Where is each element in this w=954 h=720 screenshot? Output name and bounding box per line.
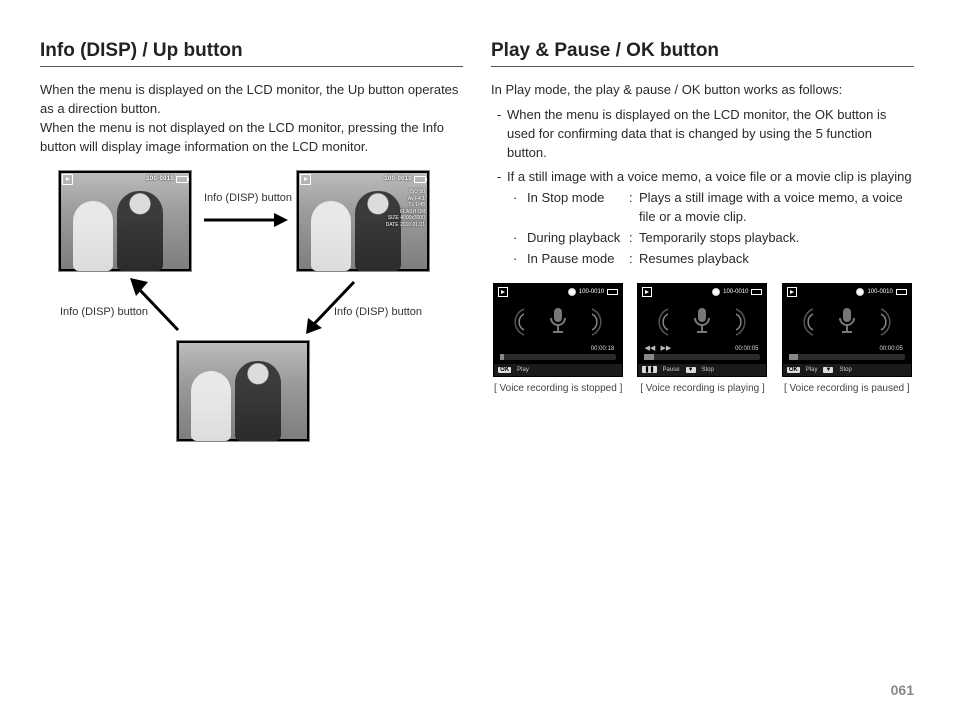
sound-wave-icon: [799, 307, 817, 337]
mode-row: ·During playback:Temporarily stops playb…: [513, 229, 914, 248]
sound-wave-icon: [654, 307, 672, 337]
lcd-state-basic: 100-0010: [58, 170, 192, 272]
footer-label: Stop: [702, 367, 714, 373]
battery-icon: [607, 289, 618, 295]
footer-label: Play: [806, 367, 818, 373]
lcd-footer: ❚❚ Pause ▼ Stop: [638, 364, 766, 376]
battery-icon: [896, 289, 907, 295]
left-paragraph: When the menu is displayed on the LCD mo…: [40, 81, 463, 156]
progress-bar: [644, 354, 760, 360]
lcd-mock: 100-0010 00:00:18 OK Play: [493, 283, 623, 377]
file-counter: 100-0010: [384, 176, 412, 182]
right-heading: Play & Pause / OK button: [491, 40, 914, 67]
manual-page: Info (DISP) / Up button When the menu is…: [0, 0, 954, 720]
page-number: 061: [891, 682, 914, 698]
sound-wave-icon: [732, 307, 750, 337]
lcd-mock: 100-0010 00:00:05 OK Play ▼ Stop: [782, 283, 912, 377]
play-mode-icon: [498, 287, 508, 297]
right-body: In Play mode, the play & pause / OK butt…: [491, 81, 914, 269]
play-mode-icon: [787, 287, 797, 297]
sound-wave-icon: [510, 307, 528, 337]
file-counter: 100-0010: [579, 289, 604, 295]
screen-caption: [ Voice recording is stopped ]: [494, 383, 622, 394]
playback-screen: 100-0010 00:00:05 OK Play ▼ Stop [ Voice recor…: [780, 283, 914, 394]
mode-key: During playback: [527, 229, 629, 248]
elapsed-time: 00:00:05: [879, 346, 902, 352]
microphone-icon: [547, 306, 569, 338]
bullet-item: -When the menu is displayed on the LCD m…: [497, 106, 914, 163]
file-counter: 100-0010: [146, 176, 174, 182]
intro-line: In Play mode, the play & pause / OK butt…: [491, 81, 914, 100]
elapsed-time: 00:00:18: [591, 346, 614, 352]
lcd-mock: 100-0010 00:00:05 ◀◀ ▶▶ ❚❚ Pause ▼ Stop: [637, 283, 767, 377]
bullet-item: -If a still image with a voice memo, a v…: [497, 168, 914, 187]
left-heading: Info (DISP) / Up button: [40, 40, 463, 67]
mode-key: In Pause mode: [527, 250, 629, 269]
mode-val: Resumes playback: [639, 250, 914, 269]
file-counter: 100-0010: [723, 289, 748, 295]
exif-overlay: ISO 80 Av F4.1 Tv 1/45 FLASH ON SIZE 400…: [386, 189, 425, 228]
elapsed-time: 00:00:05: [735, 346, 758, 352]
footer-label: Pause: [663, 367, 680, 373]
lcd-footer: OK Play: [494, 364, 622, 376]
mode-row: ·In Stop mode:Plays a still image with a…: [513, 189, 914, 227]
battery-icon: [414, 176, 426, 183]
playback-screen: 100-0010 00:00:05 ◀◀ ▶▶ ❚❚ Pause ▼ Stop [ Voice …: [635, 283, 769, 394]
left-column: Info (DISP) / Up button When the menu is…: [40, 40, 463, 470]
lcd-state-full-info: 100-0010 ISO 80 Av F4.1 Tv 1/45 FLASH ON…: [296, 170, 430, 272]
forward-icon: ▶▶: [660, 344, 671, 352]
play-mode-icon: [62, 174, 73, 185]
progress-bar: [789, 354, 905, 360]
footer-button: OK: [787, 367, 800, 373]
bullet-text: When the menu is displayed on the LCD mo…: [507, 106, 914, 163]
sound-wave-icon: [588, 307, 606, 337]
bullet-text: If a still image with a voice memo, a vo…: [507, 168, 912, 187]
info-cycle-diagram: 100-0010 100-0010 ISO 80 Av F4.1 Tv 1/45…: [40, 170, 463, 470]
progress-bar: [500, 354, 616, 360]
arrow-right-icon: [200, 210, 288, 230]
right-column: Play & Pause / OK button In Play mode, t…: [491, 40, 914, 470]
arrow-label: Info (DISP) button: [334, 306, 422, 318]
record-icon: [856, 288, 864, 296]
record-icon: [712, 288, 720, 296]
microphone-icon: [836, 306, 858, 338]
file-counter: 100-0010: [867, 289, 892, 295]
record-icon: [568, 288, 576, 296]
arrow-label: Info (DISP) button: [60, 306, 148, 318]
mode-key: In Stop mode: [527, 189, 629, 227]
battery-icon: [176, 176, 188, 183]
lcd-footer: OK Play ▼ Stop: [783, 364, 911, 376]
playback-screens: 100-0010 00:00:18 OK Play [ Voice recording …: [491, 283, 914, 394]
play-mode-icon: [300, 174, 311, 185]
footer-button: OK: [498, 367, 511, 373]
screen-caption: [ Voice recording is paused ]: [784, 383, 910, 394]
footer-label: Stop: [839, 367, 851, 373]
footer-button: ❚❚: [642, 366, 656, 373]
footer-button: ▼: [823, 367, 833, 373]
lcd-state-clean: [176, 340, 310, 442]
sound-wave-icon: [877, 307, 895, 337]
playback-screen: 100-0010 00:00:18 OK Play [ Voice recording …: [491, 283, 625, 394]
screen-caption: [ Voice recording is playing ]: [640, 383, 765, 394]
microphone-icon: [691, 306, 713, 338]
arrow-label: Info (DISP) button: [204, 192, 292, 204]
mode-row: ·In Pause mode:Resumes playback: [513, 250, 914, 269]
mode-val: Temporarily stops playback.: [639, 229, 914, 248]
footer-button: ▼: [686, 367, 696, 373]
battery-icon: [751, 289, 762, 295]
mode-val: Plays a still image with a voice memo, a…: [639, 189, 914, 227]
footer-label: Play: [517, 367, 529, 373]
play-mode-icon: [642, 287, 652, 297]
rewind-icon: ◀◀: [644, 344, 655, 352]
